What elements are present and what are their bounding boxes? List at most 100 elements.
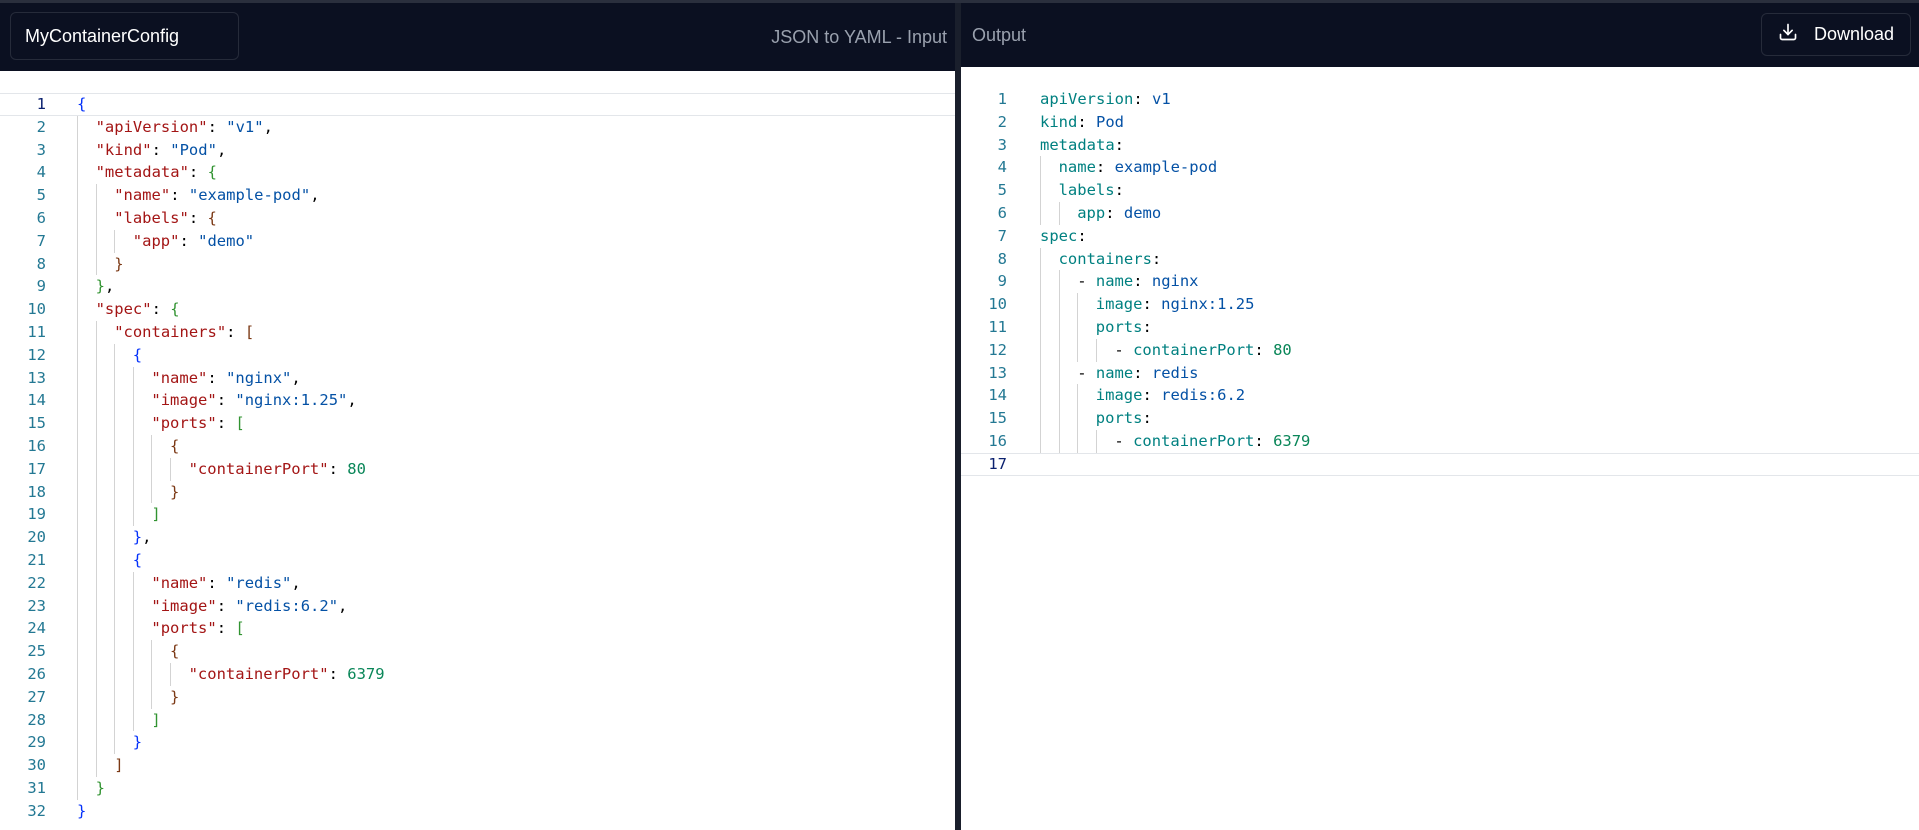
line-number: 23 (27, 596, 46, 615)
code-line: 8} (0, 252, 955, 276)
code-text: } (170, 687, 180, 706)
download-button[interactable]: Download (1761, 13, 1911, 56)
code-text: "containerPort": 80 (188, 459, 366, 478)
indent-guide (1095, 430, 1097, 453)
code-text: "ports": [ (151, 619, 245, 638)
indent-guide (1077, 430, 1079, 453)
line-number: 14 (27, 391, 46, 410)
indent-guide (1095, 338, 1097, 362)
indent-guide (1058, 430, 1060, 453)
code-text: ] (114, 756, 124, 775)
indent-guide (95, 412, 97, 435)
indent-guide (114, 708, 116, 732)
code-line: 30] (0, 754, 955, 777)
indent-guide (132, 594, 134, 618)
indent-guide (77, 708, 78, 732)
code-line: 4 name: example-pod (961, 156, 1919, 180)
indent-guide (77, 685, 78, 709)
indent-guide (77, 229, 78, 253)
indent-guide (95, 731, 97, 755)
indent-guide (114, 435, 116, 458)
indent-guide (132, 663, 134, 686)
indent-guide (132, 435, 134, 458)
code-line: 22 "name": "redis", (0, 571, 955, 595)
indent-guide (95, 754, 97, 777)
code-line: 16 - containerPort: 6379 (961, 430, 1919, 453)
code-text: "apiVersion": "v1", (95, 117, 273, 136)
line-number: 9 (997, 272, 1007, 291)
code-line: 25 { (0, 640, 955, 663)
line-number: 2 (36, 117, 46, 136)
indent-guide (1077, 384, 1079, 408)
json-input-editor[interactable]: 1{2 "apiVersion": "v1", 3 "kind": "Pod", 4 "m… (0, 71, 955, 830)
code-line: 27} (0, 685, 955, 709)
indent-guide (77, 275, 78, 299)
indent-guide (77, 777, 78, 800)
code-line: 17 (961, 452, 1919, 476)
indent-guide (77, 594, 78, 618)
line-number: 14 (988, 386, 1007, 405)
indent-guide (77, 503, 78, 527)
code-text: "containerPort": 6379 (188, 665, 385, 683)
code-line: 10 image: nginx:1.25 (961, 293, 1919, 316)
indent-guide (77, 412, 78, 435)
indent-guide (95, 571, 97, 595)
indent-guide (132, 457, 134, 481)
indent-guide (77, 252, 78, 276)
code-text: "name": "nginx", (151, 368, 301, 387)
indent-guide (114, 594, 116, 618)
indent-guide (95, 685, 97, 709)
indent-guide (77, 207, 78, 230)
line-number: 11 (988, 318, 1007, 336)
line-number: 15 (27, 414, 46, 433)
indent-guide (114, 526, 116, 549)
code-line: 4 "metadata": { (0, 161, 955, 185)
code-line: 23 "image": "redis:6.2", (0, 594, 955, 618)
indent-guide (114, 457, 116, 481)
line-number: 1 (36, 95, 46, 113)
line-number: 13 (988, 363, 1007, 382)
indent-guide (132, 366, 134, 390)
indent-guide (1058, 338, 1060, 362)
line-number: 4 (36, 163, 46, 182)
code-text: "image": "nginx:1.25", (151, 391, 357, 410)
indent-guide (1058, 316, 1060, 339)
line-number: 6 (997, 204, 1007, 222)
code-line: 11 ports: (961, 316, 1919, 339)
code-text: "name": "redis", (151, 573, 301, 592)
indent-guide (77, 435, 78, 458)
code-text: image: redis:6.2 (1095, 386, 1246, 405)
code-text: "containers": [ (114, 323, 255, 341)
code-line: 9 - name: nginx (961, 270, 1919, 294)
line-number: 7 (997, 226, 1007, 245)
yaml-output-editor[interactable]: 1 apiVersion: v1 2 kind: Pod 3 metadata: 4 name… (961, 67, 1919, 830)
indent-guide (95, 435, 97, 458)
indent-guide (77, 731, 78, 755)
indent-guide (77, 389, 78, 413)
indent-guide (77, 115, 78, 139)
indent-guide (77, 321, 78, 344)
code-line: 3 "kind": "Pod", (0, 138, 955, 162)
indent-guide (77, 617, 78, 641)
output-pane: Output Download 1 apiVersion: v1 2 kind: Po… (961, 3, 1919, 830)
indent-guide (1077, 407, 1079, 430)
code-text: } (170, 482, 180, 501)
code-text: ports: (1095, 409, 1152, 428)
line-number: 17 (988, 454, 1007, 473)
code-line: 15 "ports": [ (0, 412, 955, 435)
code-line: 14 "image": "nginx:1.25", (0, 389, 955, 413)
indent-guide (151, 640, 153, 663)
code-text: image: nginx:1.25 (1095, 295, 1255, 314)
indent-guide (95, 663, 97, 686)
line-number: 6 (36, 209, 46, 227)
line-number: 8 (36, 254, 46, 273)
line-number: 16 (27, 437, 46, 455)
config-name-input[interactable] (10, 12, 239, 60)
indent-guide (95, 321, 97, 344)
line-number: 3 (36, 140, 46, 159)
indent-guide (132, 480, 134, 504)
indent-guide (132, 412, 134, 435)
indent-guide (1040, 179, 1041, 202)
code-text: "image": "redis:6.2", (151, 596, 348, 615)
indent-guide (114, 731, 116, 755)
